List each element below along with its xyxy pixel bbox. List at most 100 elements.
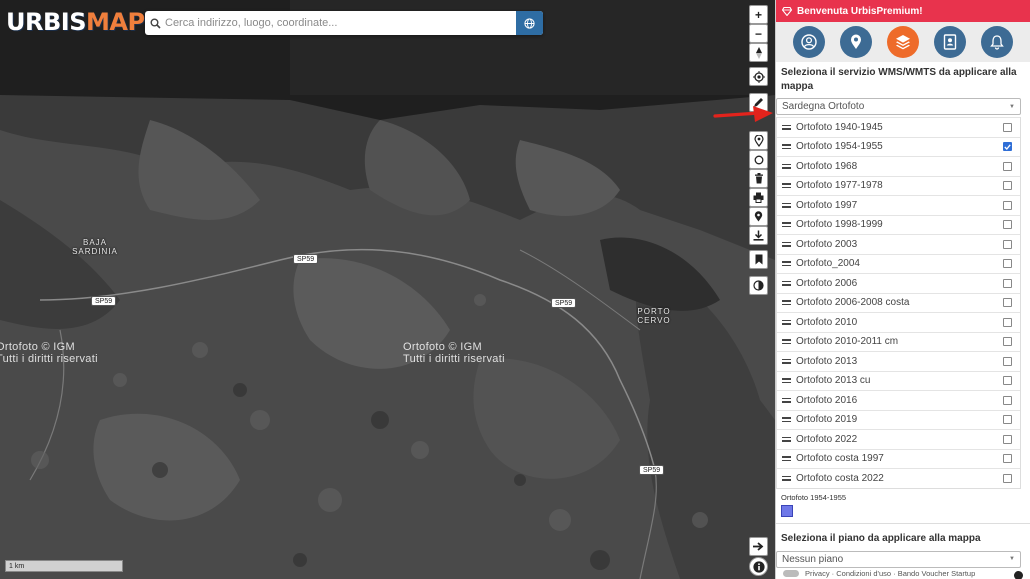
drag-handle-icon[interactable] — [782, 436, 791, 442]
locate-button[interactable] — [749, 67, 768, 86]
checkmark-icon — [1004, 144, 1011, 150]
drag-handle-icon[interactable] — [782, 300, 791, 306]
plan-select[interactable]: Nessun piano ▼ — [776, 550, 1021, 568]
footer-toggle[interactable] — [783, 570, 799, 577]
layer-row[interactable]: Ortofoto costa 2022 — [777, 468, 1020, 488]
info-button[interactable] — [749, 557, 768, 576]
collapse-panel-button[interactable] — [749, 537, 768, 556]
draw-circle-button[interactable] — [749, 150, 768, 169]
layer-checkbox[interactable] — [1003, 259, 1012, 269]
plan-section-title: Seleziona il piano da applicare alla map… — [776, 522, 1030, 546]
drag-handle-icon[interactable] — [782, 183, 791, 189]
zoom-out-button[interactable]: − — [749, 24, 768, 43]
layer-row[interactable]: Ortofoto 2003 — [777, 234, 1020, 254]
draw-marker-button[interactable] — [749, 131, 768, 150]
layer-row[interactable]: Ortofoto 2019 — [777, 409, 1020, 430]
drag-handle-icon[interactable] — [782, 417, 791, 423]
pin-button[interactable] — [749, 207, 768, 226]
drag-handle-icon[interactable] — [782, 202, 791, 208]
layer-checkbox[interactable] — [1003, 376, 1012, 386]
nav-layers-button[interactable] — [886, 26, 919, 58]
layer-row[interactable]: Ortofoto 2010 — [777, 312, 1020, 332]
layer-checkbox[interactable] — [1003, 356, 1012, 366]
layer-row[interactable]: Ortofoto 1977-1978 — [777, 175, 1020, 196]
layer-checkbox[interactable] — [1003, 337, 1012, 347]
app-logo[interactable]: URBISMAP — [6, 9, 145, 35]
layer-row[interactable]: Ortofoto costa 1997 — [777, 448, 1020, 469]
drag-handle-icon[interactable] — [782, 397, 791, 403]
layer-checkbox[interactable] — [1003, 395, 1012, 405]
nav-user-button[interactable] — [793, 26, 826, 58]
layer-row[interactable]: Ortofoto 2006 — [777, 273, 1020, 293]
print-button[interactable] — [749, 188, 768, 207]
layer-row[interactable]: Ortofoto 2016 — [777, 390, 1020, 410]
layer-checkbox[interactable] — [1003, 220, 1012, 230]
layer-row[interactable]: Ortofoto 2022 — [777, 429, 1020, 449]
bookmark-button[interactable] — [749, 250, 768, 269]
drag-handle-icon[interactable] — [782, 222, 791, 228]
drag-handle-icon[interactable] — [782, 339, 791, 345]
drag-handle-icon[interactable] — [782, 280, 791, 286]
drag-handle-icon[interactable] — [782, 144, 791, 150]
layer-row[interactable]: Ortofoto 2013 — [777, 351, 1020, 371]
map-canvas[interactable]: BAJA SARDINIA PORTO CERVO SP59 SP59 SP59… — [0, 0, 775, 579]
layer-checkbox[interactable] — [1003, 161, 1012, 171]
layer-row[interactable]: Ortofoto 2010-2011 cm — [777, 331, 1020, 352]
drag-handle-icon[interactable] — [782, 378, 791, 384]
footer-info-icon[interactable] — [1014, 571, 1023, 579]
compass-button[interactable] — [749, 43, 768, 62]
delete-button[interactable] — [749, 169, 768, 188]
drag-handle-icon[interactable] — [782, 261, 791, 267]
layer-checkbox[interactable] — [1003, 200, 1012, 210]
layer-checkbox[interactable] — [1003, 298, 1012, 308]
download-button[interactable] — [749, 226, 768, 245]
layer-checkbox[interactable] — [1003, 434, 1012, 444]
layer-row[interactable]: Ortofoto 2013 cu — [777, 370, 1020, 391]
drag-handle-icon[interactable] — [782, 475, 791, 481]
legend-swatch — [781, 504, 793, 517]
nav-contacts-button[interactable] — [933, 26, 966, 58]
layer-checkbox[interactable] — [1003, 415, 1012, 425]
layer-row[interactable]: Ortofoto 1997 — [777, 195, 1020, 215]
layer-checkbox[interactable] — [1003, 278, 1012, 288]
zoom-in-button[interactable]: + — [749, 5, 768, 24]
search-bar — [145, 11, 543, 35]
circle-icon — [754, 155, 763, 164]
layer-name: Ortofoto 2013 cu — [796, 375, 871, 387]
drag-handle-icon[interactable] — [782, 456, 791, 462]
layer-checkbox[interactable] — [1003, 142, 1012, 152]
drag-handle-icon[interactable] — [782, 241, 791, 247]
drag-handle-icon[interactable] — [782, 163, 791, 169]
globe-button[interactable] — [516, 11, 543, 35]
layer-checkbox[interactable] — [1003, 454, 1012, 464]
layer-checkbox[interactable] — [1003, 239, 1012, 249]
layer-row[interactable]: Ortofoto 1998-1999 — [777, 214, 1020, 235]
footer-links[interactable]: Privacy · Condizioni d'uso · Bando Vouch… — [805, 569, 975, 578]
layer-checkbox[interactable] — [1003, 122, 1012, 132]
layer-checkbox[interactable] — [1003, 473, 1012, 483]
layer-checkbox[interactable] — [1003, 317, 1012, 327]
search-input[interactable] — [165, 12, 516, 34]
nav-notifications-button[interactable] — [980, 26, 1013, 58]
nav-location-button[interactable] — [840, 26, 873, 58]
layer-row[interactable]: Ortofoto 1968 — [777, 156, 1020, 176]
service-select-value: Sardegna Ortofoto — [782, 101, 865, 112]
contrast-button[interactable] — [749, 276, 768, 295]
layer-row[interactable]: Ortofoto_2004 — [777, 253, 1020, 274]
layer-name: Ortofoto 2013 — [796, 355, 858, 367]
layer-row[interactable]: Ortofoto 1940-1945 — [777, 117, 1020, 137]
drag-handle-icon[interactable] — [782, 124, 791, 130]
drag-handle-icon[interactable] — [782, 358, 791, 364]
layer-checkbox[interactable] — [1003, 181, 1012, 191]
drag-handle-icon[interactable] — [782, 319, 791, 325]
download-icon — [753, 230, 764, 241]
logo-part2: MAP — [85, 8, 145, 36]
place-label-porto-cervo: PORTO CERVO — [637, 307, 671, 325]
service-select[interactable]: Sardegna Ortofoto ▼ — [776, 98, 1021, 115]
road-label: SP59 — [293, 254, 319, 264]
plan-select-value: Nessun piano — [782, 553, 844, 565]
layer-row[interactable]: Ortofoto 1954-1955 — [777, 136, 1020, 157]
layer-row[interactable]: Ortofoto 2006-2008 costa — [777, 292, 1020, 313]
layer-name: Ortofoto_2004 — [796, 258, 860, 270]
watermark-line1: Ortofoto © IGM — [403, 341, 482, 353]
